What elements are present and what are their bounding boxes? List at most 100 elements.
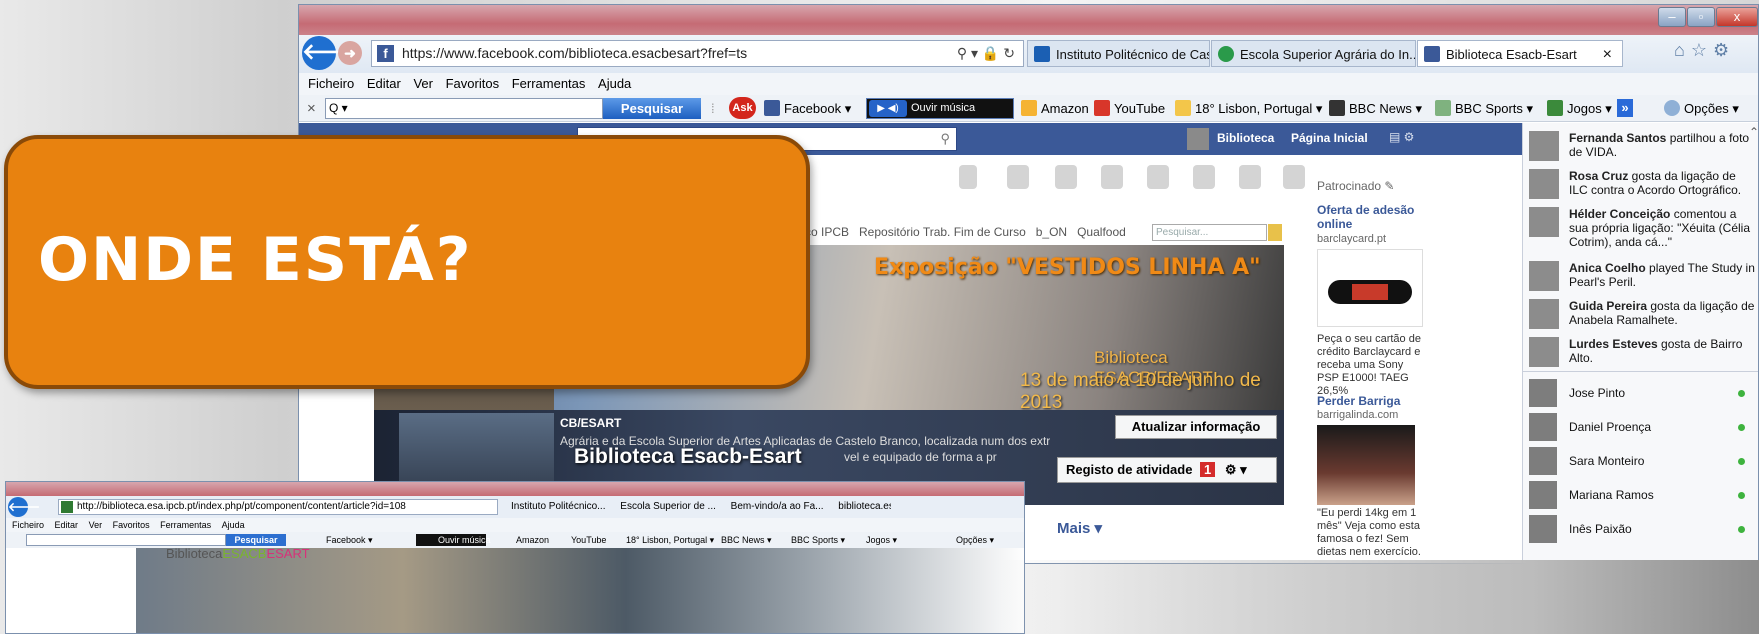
address-input[interactable]: f https://www.facebook.com/biblioteca.es… [371,40,1024,67]
tab-close-button[interactable]: × [1603,41,1612,66]
tab-esa[interactable]: Escola Superior Agrária do In... [1211,40,1416,67]
close-window-button[interactable]: x [1716,7,1758,27]
home-favorites-settings-icon[interactable]: ⌂☆⚙ [1674,40,1735,61]
update-info-button[interactable]: Atualizar informação [1115,415,1277,439]
ticker-name[interactable]: Rosa Cruz [1569,169,1628,183]
tab-2-3[interactable]: Bem-vindo/a ao Fa... [731,501,824,512]
toolbar-bbc-news[interactable]: BBC News ▾ [1329,99,1422,118]
toolbar-jogos[interactable]: Jogos ▾ [1547,99,1612,118]
ad2-image[interactable] [1317,425,1415,505]
menu-ficheiro-2[interactable]: Ficheiro [12,520,44,530]
friends-settings-icon[interactable]: ▤ ⚙ [1389,130,1414,144]
site-search-input[interactable]: Pesquisar... [1152,224,1267,241]
ticker-name[interactable]: Guida Pereira [1569,299,1647,313]
toolbar-search-button-2[interactable]: Pesquisar [226,534,286,546]
toolbar-search-input[interactable]: Q ▾ [325,98,603,119]
activity-log-button[interactable]: Registo de atividade 1 ⚙ ▾ [1057,457,1277,483]
ad1-domain[interactable]: barclaycard.pt [1317,233,1386,245]
toolbar-weather[interactable]: 18° Lisbon, Portugal ▾ [1175,99,1322,118]
avatar [1529,169,1559,199]
ticker-item[interactable]: Fernanda Santos partilhou a foto de VIDA… [1529,131,1755,167]
back-button[interactable]: 🡐 [302,36,361,70]
tab-ipcb[interactable]: Instituto Politécnico de Caste... [1027,40,1210,67]
music-player-2[interactable]: Ouvir música [416,534,491,546]
nav-pagina-inicial[interactable]: Página Inicial [1291,131,1368,145]
toolbar-more-button[interactable]: » [1617,99,1633,117]
ticker-item[interactable]: Lurdes Esteves gosta de Bairro Alto. [1529,337,1755,373]
ad2-domain[interactable]: barrigalinda.com [1317,409,1398,421]
ticker-name[interactable]: Fernanda Santos [1569,131,1666,145]
search-refresh-icon[interactable]: ⚲ ▾ 🔒 ↻ [957,41,1015,66]
ad1-title[interactable]: Oferta de adesão online [1317,203,1437,231]
scroll-up-icon[interactable]: ⌃ [1749,125,1758,139]
play-icon[interactable]: ▶ ◀) [869,100,907,117]
edit-icon[interactable]: ✎ [1384,179,1394,193]
ticker-name[interactable]: Hélder Conceição [1569,207,1670,221]
ticker-name[interactable]: Lurdes Esteves [1569,337,1658,351]
address-input-2[interactable]: http://biblioteca.esa.ipcb.pt/index.php/… [58,499,498,515]
menu-editar[interactable]: Editar [367,76,401,91]
ticker-item[interactable]: Anica Coelho played The Study in Pearl's… [1529,261,1755,297]
toolbar-bbc-sports-2[interactable]: BBC Sports ▾ [791,532,845,548]
minimize-button[interactable]: – [1658,7,1686,27]
toolbar-close-button[interactable]: × [307,99,316,118]
more-tab[interactable]: Mais ▾ [1057,519,1102,537]
tab-2-2[interactable]: Escola Superior de ... [620,501,716,512]
tab-2-1[interactable]: Instituto Politécnico... [511,501,606,512]
toolbar-facebook[interactable]: Facebook ▾ [764,99,851,118]
tab-2-4[interactable]: biblioteca.esa [838,501,891,512]
ask-logo-icon[interactable]: Ask [729,97,756,119]
gear-dropdown-icon[interactable]: ⚙ ▾ [1225,462,1247,477]
forward-button[interactable]: ➜ [338,41,362,65]
site-links[interactable]: fico IPCB Repositório Trab. Fim de Curso… [799,225,1139,241]
ad2-title[interactable]: Perder Barriga [1317,394,1400,408]
toolbar-weather-2[interactable]: 18° Lisbon, Portugal ▾ [626,532,714,548]
toolbar-youtube[interactable]: YouTube [1094,99,1165,118]
ticker-item[interactable]: Rosa Cruz gosta da ligação de ILC contra… [1529,169,1755,205]
menu-ajuda[interactable]: Ajuda [598,76,631,91]
ticker-item[interactable]: Guida Pereira gosta da ligação de Anabel… [1529,299,1755,335]
chat-contact[interactable]: Mariana Ramos [1529,481,1755,511]
tab-biblioteca-active[interactable]: Biblioteca Esacb-Esart × [1417,40,1623,67]
avatar [1529,299,1559,329]
chat-contact[interactable]: Sara Monteiro [1529,447,1755,477]
ticker-name[interactable]: Anica Coelho [1569,261,1646,275]
toolbar-bbc-sports[interactable]: BBC Sports ▾ [1435,99,1533,118]
ad2-text: "Eu perdi 14kg em 1 mês" Veja como esta … [1317,507,1421,558]
menu-favoritos-2[interactable]: Favoritos [113,520,150,530]
chat-contact[interactable]: Daniel Proença [1529,413,1755,443]
avatar [1529,413,1557,441]
toolbar-search-button[interactable]: Pesquisar [603,98,701,119]
menu-ficheiro[interactable]: Ficheiro [308,76,354,91]
online-status-icon [1738,526,1745,533]
menu-ajuda-2[interactable]: Ajuda [222,520,245,530]
toolbar-jogos-2[interactable]: Jogos ▾ [866,532,897,548]
nav-biblioteca[interactable]: Biblioteca [1217,131,1274,145]
menu-editar-2[interactable]: Editar [55,520,79,530]
chat-contact[interactable]: Inês Paixão [1529,515,1755,545]
menu-favoritos[interactable]: Favoritos [446,76,499,91]
music-label: Ouvir música [911,102,976,114]
toolbar-search-input-2[interactable] [26,534,226,546]
menu-ver-2[interactable]: Ver [89,520,103,530]
gear-icon [1664,100,1680,116]
music-player[interactable]: ▶ ◀) Ouvir música [866,98,1014,119]
toolbar-amazon[interactable]: Amazon [1021,99,1089,118]
menu-ferramentas[interactable]: Ferramentas [512,76,586,91]
ticker-item[interactable]: Hélder Conceição comentou a sua própria … [1529,207,1755,249]
toolbar-youtube-2[interactable]: YouTube [571,532,606,548]
toolbar-facebook-2[interactable]: Facebook ▾ [326,532,373,548]
toolbar-options-2[interactable]: Opções ▾ [956,532,994,548]
chat-contact[interactable]: Jose Pinto [1529,379,1755,409]
site-search-button[interactable] [1268,224,1282,241]
menu-ferramentas-2[interactable]: Ferramentas [160,520,211,530]
toolbar-bbc-news-2[interactable]: BBC News ▾ [721,532,772,548]
toolbar-amazon-2[interactable]: Amazon [516,532,549,548]
ad1-text: Peça o seu cartão de crédito Barclaycard… [1317,333,1421,397]
ad1-image[interactable] [1317,249,1423,327]
search-icon[interactable]: ⚲ [940,131,950,147]
back-button-2[interactable]: 🡐 [8,497,40,517]
maximize-button[interactable]: ▫ [1687,7,1715,27]
menu-ver[interactable]: Ver [413,76,433,91]
toolbar-options[interactable]: Opções ▾ [1664,99,1739,118]
